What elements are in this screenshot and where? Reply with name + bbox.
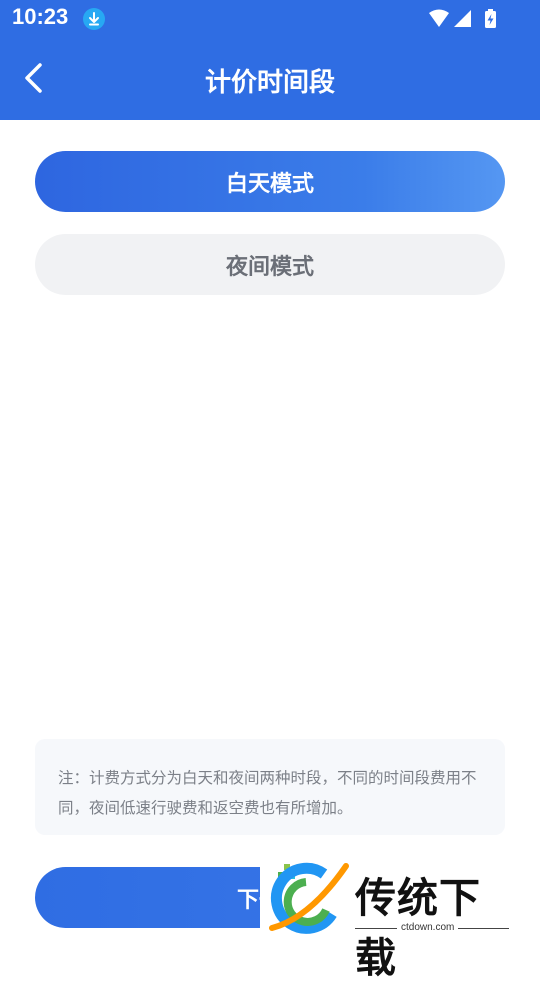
signal-icon xyxy=(454,10,471,27)
watermark: 传统下载 ctdown.com xyxy=(260,858,520,982)
day-mode-button[interactable]: 白天模式 xyxy=(35,151,505,212)
status-bar: 10:23 xyxy=(0,0,540,38)
pricing-note-text: 注：计费方式分为白天和夜间两种时段，不同的时间段费用不同，夜间低速行驶费和返空费… xyxy=(58,769,477,817)
status-time: 10:23 xyxy=(12,4,69,29)
status-icons xyxy=(428,8,500,30)
app-header: 10:23 计价时间段 xyxy=(0,0,540,120)
page-title: 计价时间段 xyxy=(204,68,335,98)
night-mode-button[interactable]: 夜间模式 xyxy=(35,234,505,295)
wifi-icon xyxy=(429,9,449,27)
watermark-url: ctdown.com xyxy=(397,922,459,933)
pricing-note: 注：计费方式分为白天和夜间两种时段，不同的时间段费用不同，夜间低速行驶费和返空费… xyxy=(35,739,505,835)
toolbar: 计价时间段 xyxy=(0,38,540,120)
ctdown-logo-icon xyxy=(269,862,349,934)
battery-charging-icon xyxy=(485,9,496,28)
download-badge-icon xyxy=(83,8,105,30)
